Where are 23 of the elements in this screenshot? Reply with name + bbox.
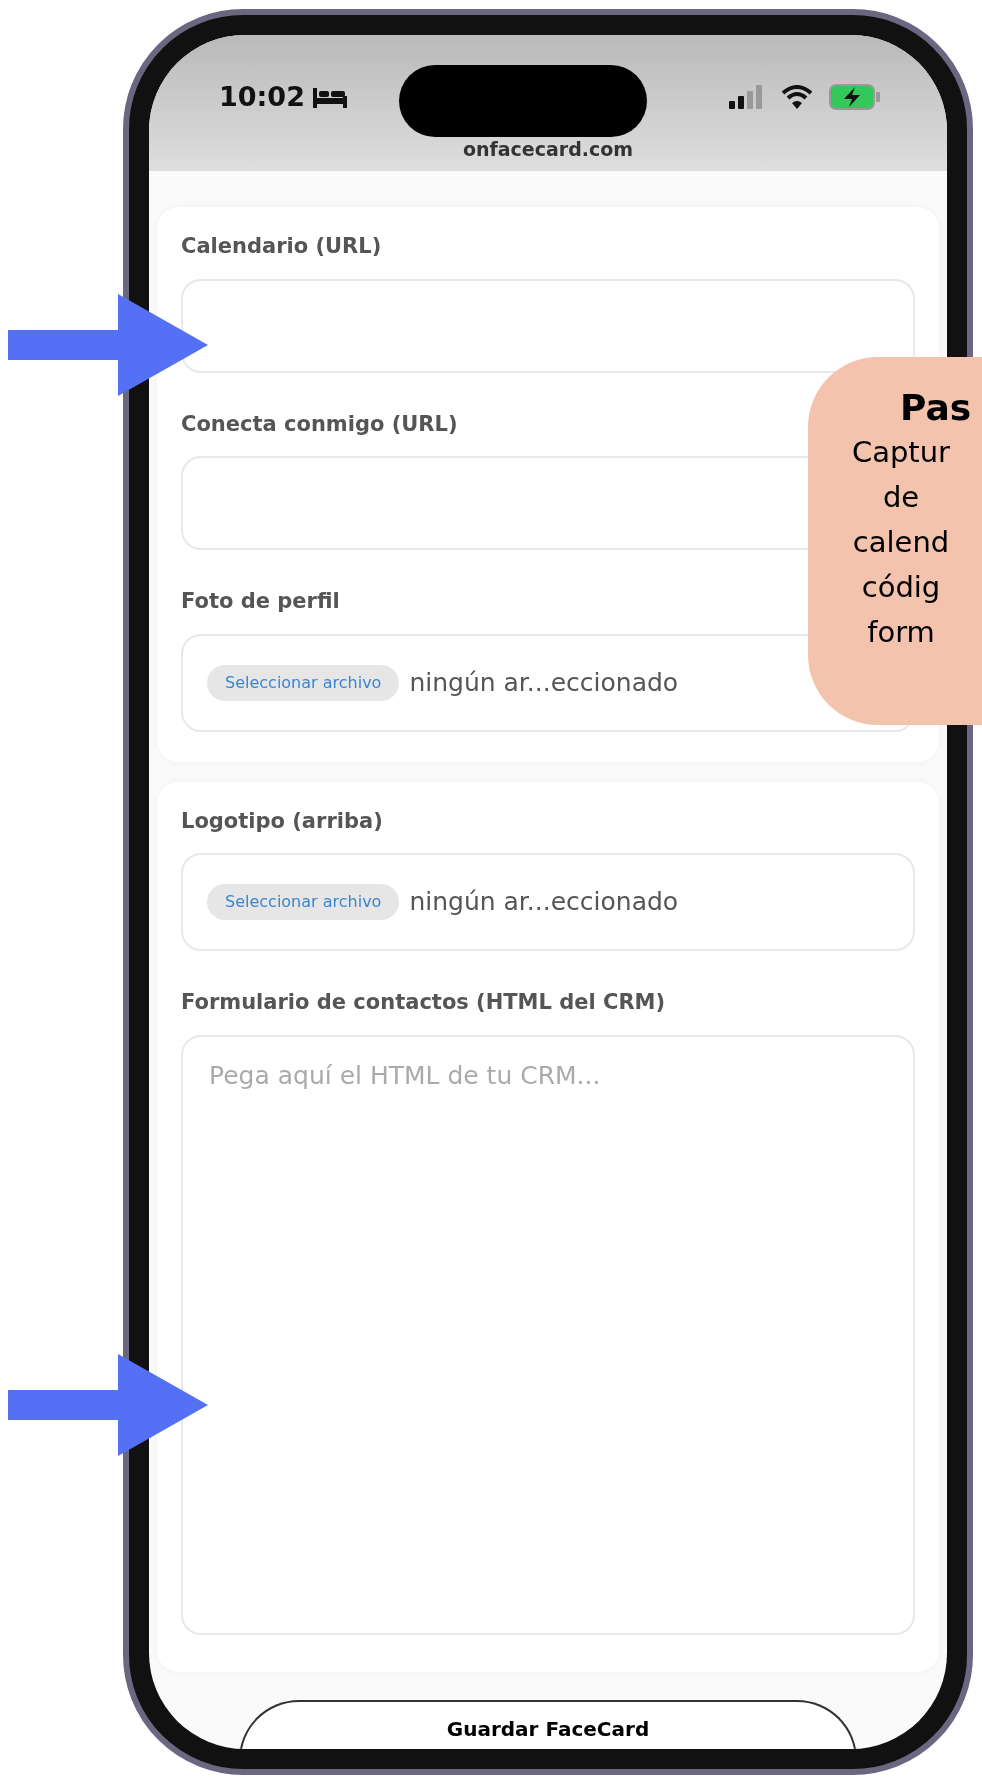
file-input[interactable]: Seleccionar archivo ningún ar...eccionado <box>181 853 915 951</box>
signal-icon <box>729 85 765 110</box>
textarea-field[interactable]: Pega aquí el HTML de tu CRM... <box>181 1034 915 1635</box>
arrow-icon <box>8 1354 208 1456</box>
file-status: ningún ar...eccionado <box>409 886 679 919</box>
field-label: Logotipo (arriba) <box>181 807 384 835</box>
status-time: 10:02 <box>219 80 305 114</box>
callout-text: códig <box>860 568 942 606</box>
field-label: Conecta conmigo (URL) <box>181 410 459 438</box>
save-button[interactable]: Guardar FaceCard <box>239 1699 857 1749</box>
callout-title: Pas <box>899 386 973 430</box>
arrow-icon <box>8 294 208 396</box>
field-label: Calendario (URL) <box>181 233 383 260</box>
input-field[interactable] <box>181 278 915 373</box>
url-text: onfacecard.com <box>461 137 635 162</box>
field-label: Formulario de contactos (HTML del CRM) <box>181 989 667 1016</box>
battery-icon <box>829 84 881 111</box>
callout-text: calend <box>851 523 951 561</box>
bed-icon <box>312 86 347 109</box>
callout-text: Captur <box>850 434 952 471</box>
file-status: ningún ar...eccionado <box>409 666 679 699</box>
wifi-icon <box>781 85 813 110</box>
callout-text: de <box>881 478 921 516</box>
